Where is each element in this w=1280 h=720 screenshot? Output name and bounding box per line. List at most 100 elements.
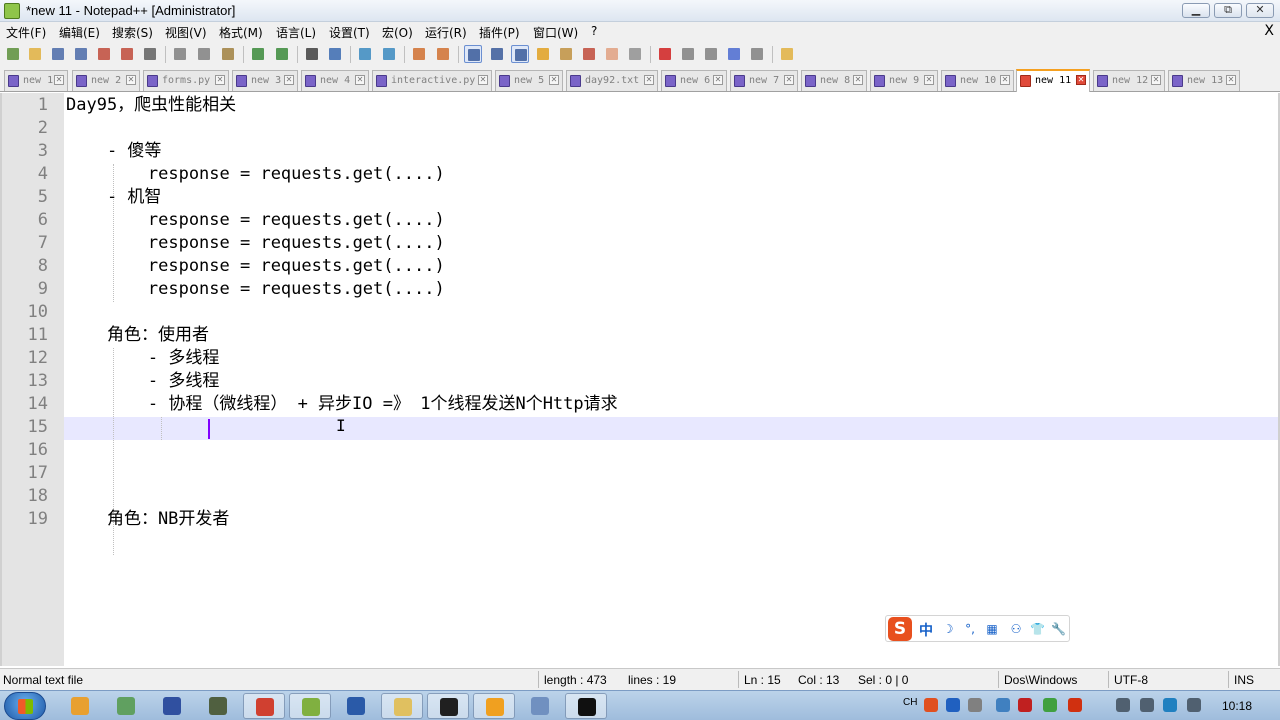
tab-new-3[interactable]: new 3 ✕ xyxy=(232,70,298,91)
keyboard-icon[interactable]: ▦ xyxy=(985,622,999,636)
tab-close-icon[interactable]: ✕ xyxy=(284,75,294,85)
save-disk-icon[interactable] xyxy=(151,693,193,719)
plugin-icon[interactable] xyxy=(778,45,796,63)
pycharm-icon[interactable] xyxy=(427,693,469,719)
code-line[interactable]: response = requests.get(....) xyxy=(66,232,445,255)
zoom-in-icon[interactable] xyxy=(356,45,374,63)
display-tray-icon[interactable] xyxy=(1163,698,1177,712)
close-document-button[interactable]: X xyxy=(1264,23,1274,39)
status-eol[interactable]: Dos\Windows xyxy=(1004,673,1077,687)
tab-new-12[interactable]: new 12 ✕ xyxy=(1093,70,1165,91)
run-macro-multiple-icon[interactable] xyxy=(725,45,743,63)
code-line[interactable]: - 傻等 xyxy=(66,140,161,163)
tab-close-icon[interactable]: ✕ xyxy=(1076,75,1086,85)
tray-language[interactable]: CH xyxy=(903,697,917,708)
menu-plugins[interactable]: 插件(P) xyxy=(479,24,520,41)
tab-forms-py[interactable]: forms.py ✕ xyxy=(143,70,229,91)
maximize-button[interactable]: ⧉ xyxy=(1214,3,1242,18)
minimize-button[interactable]: ▁ xyxy=(1182,3,1210,18)
code-line[interactable]: response = requests.get(....) xyxy=(66,163,445,186)
status-encoding[interactable]: UTF-8 xyxy=(1114,673,1148,687)
usb-icon[interactable] xyxy=(1116,698,1130,712)
new-file-icon[interactable] xyxy=(4,45,22,63)
find-icon[interactable] xyxy=(303,45,321,63)
code-line[interactable]: Day95，爬虫性能相关 xyxy=(66,94,236,117)
tab-close-icon[interactable]: ✕ xyxy=(478,75,488,85)
tab-close-icon[interactable]: ✕ xyxy=(1151,75,1161,85)
menu-settings[interactable]: 设置(T) xyxy=(329,24,370,41)
save-macro-icon[interactable] xyxy=(748,45,766,63)
zoom-out-icon[interactable] xyxy=(380,45,398,63)
save-icon[interactable] xyxy=(49,45,67,63)
tab-close-icon[interactable]: ✕ xyxy=(215,75,225,85)
sticky-icon[interactable] xyxy=(473,693,515,719)
save-all-icon[interactable] xyxy=(72,45,90,63)
record-macro-icon[interactable] xyxy=(656,45,674,63)
menu-file[interactable]: 文件(F) xyxy=(6,24,46,41)
moon-icon[interactable]: ☽ xyxy=(941,622,955,636)
tab-close-icon[interactable]: ✕ xyxy=(1226,75,1236,85)
menu-window[interactable]: 窗口(W) xyxy=(533,24,578,41)
print-icon[interactable] xyxy=(141,45,159,63)
help-tray-icon[interactable] xyxy=(946,698,960,712)
tab-new-8[interactable]: new 8 ✕ xyxy=(801,70,867,91)
user-lang-icon[interactable] xyxy=(534,45,552,63)
tab-interactive-py[interactable]: interactive.py ✕ xyxy=(372,70,492,91)
antivirus-icon[interactable] xyxy=(1018,698,1032,712)
stop-record-icon[interactable] xyxy=(679,45,697,63)
tab-close-icon[interactable]: ✕ xyxy=(549,75,559,85)
clock[interactable]: 10:18 xyxy=(1222,699,1252,713)
code-line[interactable]: - 多线程 xyxy=(66,347,219,370)
menu-edit[interactable]: 编辑(E) xyxy=(59,24,100,41)
show-all-chars-icon[interactable] xyxy=(488,45,506,63)
indent-guide-icon[interactable] xyxy=(511,45,529,63)
tab-new-2[interactable]: new 2 ✕ xyxy=(72,70,140,91)
chrome-icon[interactable] xyxy=(243,693,285,719)
ime-toolbar[interactable]: S 中 ☽ °, ▦ ⚇ 👕 🔧 xyxy=(885,615,1070,642)
play-macro-icon[interactable] xyxy=(702,45,720,63)
copy-icon[interactable] xyxy=(195,45,213,63)
tab-close-icon[interactable]: ✕ xyxy=(784,75,794,85)
tray-arrow-icon[interactable] xyxy=(968,698,982,712)
close-all-icon[interactable] xyxy=(118,45,136,63)
tab-close-icon[interactable]: ✕ xyxy=(1000,75,1010,85)
tab-close-icon[interactable]: ✕ xyxy=(126,75,136,85)
code-line[interactable]: response = requests.get(....) xyxy=(66,209,445,232)
close-icon[interactable] xyxy=(95,45,113,63)
code-line[interactable]: response = requests.get(....) xyxy=(66,255,445,278)
tray-tool-icon[interactable] xyxy=(1043,698,1057,712)
open-file-icon[interactable] xyxy=(26,45,44,63)
network-icon[interactable] xyxy=(519,693,561,719)
word-wrap-icon[interactable] xyxy=(464,45,482,63)
undo-icon[interactable] xyxy=(249,45,267,63)
code-line[interactable]: 角色：使用者 xyxy=(66,324,209,347)
tab-new-9[interactable]: new 9 ✕ xyxy=(870,70,938,91)
tab-close-icon[interactable]: ✕ xyxy=(713,75,723,85)
tab-new-1[interactable]: new 1 ✕ xyxy=(4,70,68,91)
tab-new-11[interactable]: new 11 ✕ xyxy=(1016,69,1090,92)
tray-app-icon[interactable] xyxy=(996,698,1010,712)
code-line[interactable]: - 机智 xyxy=(66,186,161,209)
menu-macro[interactable]: 宏(O) xyxy=(382,24,413,41)
app-icon[interactable] xyxy=(105,693,147,719)
tab-new-13[interactable]: new 13 ✕ xyxy=(1168,70,1240,91)
network-tray-icon[interactable] xyxy=(1140,698,1154,712)
tab-close-icon[interactable]: ✕ xyxy=(924,75,934,85)
sogou-tray-icon[interactable] xyxy=(924,698,938,712)
notepadpp-icon[interactable] xyxy=(289,693,331,719)
sogou-logo-icon[interactable]: S xyxy=(888,617,912,641)
code-line[interactable]: - 多线程 xyxy=(66,370,219,393)
settings-icon[interactable]: 🔧 xyxy=(1051,622,1066,636)
punctuation-icon[interactable]: °, xyxy=(963,622,977,636)
tab-close-icon[interactable]: ✕ xyxy=(54,75,64,85)
ime-language-toggle[interactable]: 中 xyxy=(919,620,933,640)
monitoring-icon[interactable] xyxy=(626,45,644,63)
text-editor[interactable]: 1 2 3 4 5 6 7 8 9 10 11 12 13 14 15 16 1… xyxy=(0,93,1280,666)
tab-close-icon[interactable]: ✕ xyxy=(853,75,863,85)
code-line[interactable]: 角色：NB开发者 xyxy=(66,508,229,531)
code-line[interactable]: response = requests.get(....) xyxy=(66,278,445,301)
menu-help[interactable]: ? xyxy=(591,24,597,38)
redo-icon[interactable] xyxy=(273,45,291,63)
doc-map-icon[interactable] xyxy=(557,45,575,63)
tab-new-7[interactable]: new 7 ✕ xyxy=(730,70,798,91)
